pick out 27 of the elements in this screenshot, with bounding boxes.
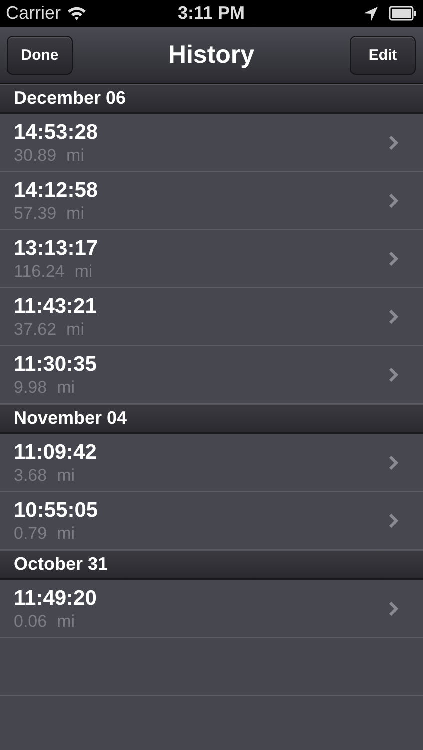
- edit-button[interactable]: Edit: [350, 36, 416, 74]
- chevron-icon: [389, 366, 399, 382]
- section-date: December 06: [14, 88, 126, 109]
- status-time: 3:11 PM: [178, 3, 246, 23]
- row-time: 11:43:21: [14, 294, 98, 318]
- chevron-icon: [389, 512, 399, 528]
- row-time: 11:30:35: [14, 352, 98, 376]
- battery-icon: [389, 6, 417, 21]
- wifi-icon: [67, 6, 88, 21]
- page-title: History: [168, 40, 255, 70]
- row-time: 14:12:58: [14, 178, 100, 202]
- section-date: October 31: [14, 554, 108, 575]
- row-time: 14:53:28: [14, 120, 100, 144]
- chevron-icon: [389, 308, 399, 324]
- row-time: 10:55:05: [14, 498, 100, 522]
- chevron-icon: [389, 454, 399, 470]
- row-time: 11:49:20: [14, 586, 98, 610]
- row-time: 13:13:17: [14, 236, 100, 260]
- chevron-icon: [389, 192, 399, 208]
- chevron-icon: [389, 134, 399, 150]
- location-arrow-icon: [363, 6, 379, 22]
- row-time: 11:09:42: [14, 440, 98, 464]
- chevron-icon: [389, 250, 399, 266]
- done-button[interactable]: Done: [7, 36, 73, 74]
- carrier-name: Carrier: [6, 3, 62, 24]
- section-date: November 04: [14, 408, 128, 429]
- chevron-icon: [389, 600, 399, 616]
